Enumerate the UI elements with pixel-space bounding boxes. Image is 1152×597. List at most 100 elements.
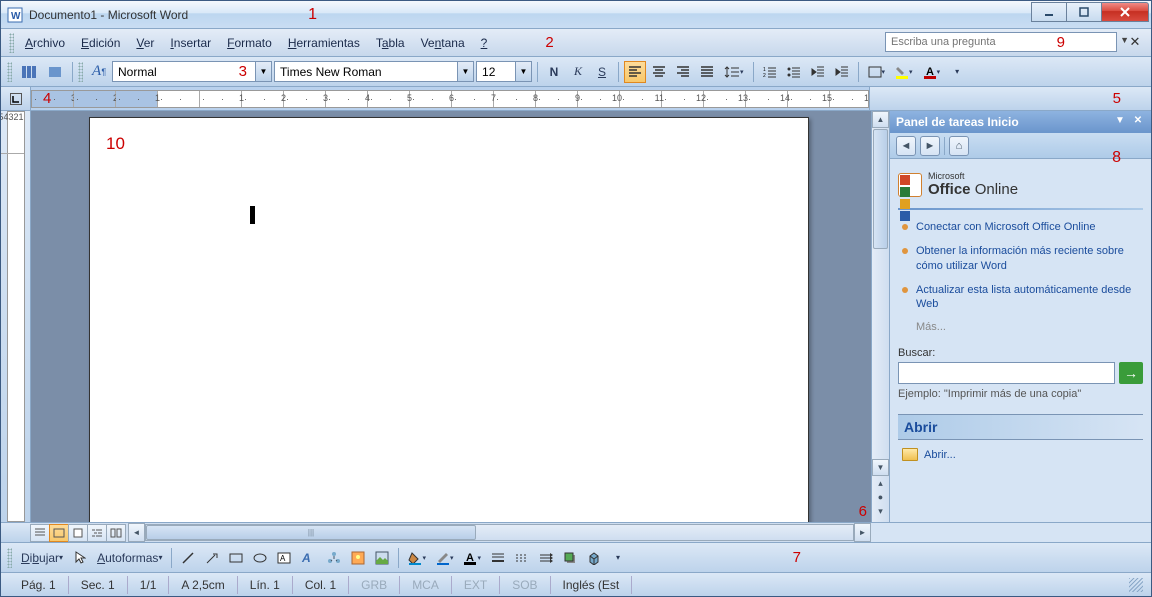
dash-style-button[interactable] — [511, 547, 533, 569]
numbered-list-button[interactable]: 12 — [759, 61, 781, 83]
view-normal-button[interactable] — [30, 524, 50, 542]
vertical-ruler[interactable]: 12345678910 — [1, 111, 31, 522]
insert-picture-button[interactable] — [371, 547, 393, 569]
menu-formato[interactable]: Formato — [219, 33, 280, 53]
view-printlayout-button[interactable] — [68, 524, 88, 542]
resize-grip[interactable] — [1129, 578, 1143, 592]
oval-tool-button[interactable] — [249, 547, 271, 569]
link-abrir[interactable]: Abrir... — [902, 448, 1139, 461]
status-language[interactable]: Inglés (Est — [551, 576, 633, 594]
link-more[interactable]: Más... — [916, 321, 1143, 333]
status-grb[interactable]: GRB — [349, 576, 400, 594]
textbox-tool-button[interactable]: A — [273, 547, 295, 569]
align-justify-button[interactable] — [696, 61, 718, 83]
draw-menu-button[interactable]: Dibujar▾ — [17, 547, 67, 569]
nav-back-button[interactable]: ◄ — [896, 136, 916, 156]
line-spacing-button[interactable]: ▾ — [720, 61, 748, 83]
menu-edicion[interactable]: Edición — [73, 33, 128, 53]
nav-home-button[interactable]: ⌂ — [949, 136, 969, 156]
arrow-tool-button[interactable] — [201, 547, 223, 569]
increase-indent-button[interactable] — [831, 61, 853, 83]
fill-color-button[interactable]: ▾ — [404, 547, 430, 569]
underline-button[interactable]: S — [591, 61, 613, 83]
wordart-button[interactable]: A — [297, 547, 321, 569]
font-color-button[interactable]: A▾ — [919, 61, 945, 83]
align-left-button[interactable] — [624, 61, 646, 83]
font-color-button-draw[interactable]: A▾ — [459, 547, 485, 569]
browse-object-button[interactable]: ● — [872, 492, 889, 506]
hscroll-thumb[interactable]: ||| — [146, 525, 476, 540]
view-outline-button[interactable] — [87, 524, 107, 542]
menu-archivo[interactable]: Archivo — [17, 33, 73, 53]
highlight-button[interactable] — [43, 61, 67, 83]
italic-button[interactable]: K — [567, 61, 589, 83]
bold-button[interactable]: N — [543, 61, 565, 83]
menu-tabla[interactable]: Tabla — [368, 33, 413, 53]
chevron-down-icon[interactable]: ▼ — [255, 62, 271, 81]
menu-ventana[interactable]: Ventana — [413, 33, 473, 53]
select-objects-button[interactable] — [69, 547, 91, 569]
menu-ver[interactable]: Ver — [128, 33, 162, 53]
scroll-right-button[interactable]: ► — [854, 523, 871, 542]
horizontal-ruler[interactable]: ·3··2··1····1··2··3··4··5··6··7··8··9··1… — [31, 90, 869, 108]
scroll-left-button[interactable]: ◄ — [128, 523, 145, 542]
doc-close-button[interactable]: ✕ — [1127, 34, 1143, 50]
menu-ayuda[interactable]: ? — [473, 33, 496, 53]
style-combo[interactable]: Normal 3 ▼ — [112, 61, 272, 82]
next-page-button[interactable]: ▾ — [872, 506, 889, 520]
chevron-down-icon[interactable]: ▼ — [515, 62, 531, 81]
fontsize-combo[interactable]: 12 ▼ — [476, 61, 532, 82]
vertical-scrollbar[interactable]: ▲ ▼ ▴ ● ▾ — [871, 111, 889, 522]
align-center-button[interactable] — [648, 61, 670, 83]
line-color-button[interactable]: ▾ — [432, 547, 458, 569]
decrease-indent-button[interactable] — [807, 61, 829, 83]
highlight-color-button[interactable]: ▾ — [891, 61, 917, 83]
toolbar-grip[interactable] — [7, 62, 12, 82]
document-area[interactable]: 10 6 — [31, 111, 871, 522]
view-weblayout-button[interactable] — [49, 524, 69, 542]
maximize-button[interactable] — [1066, 2, 1102, 22]
close-button[interactable] — [1101, 2, 1149, 22]
shadow-button[interactable] — [559, 547, 581, 569]
toolbar-options-button[interactable]: ▾ — [607, 547, 629, 569]
minimize-button[interactable] — [1031, 2, 1067, 22]
link-update-list[interactable]: Actualizar esta lista automáticamente de… — [898, 283, 1143, 312]
taskpane-menu-button[interactable]: ▼ — [1113, 115, 1127, 129]
prev-page-button[interactable]: ▴ — [872, 478, 889, 492]
autoshapes-button[interactable]: Autoformas▾ — [93, 547, 166, 569]
columns-button[interactable] — [17, 61, 41, 83]
toolbar-options-button[interactable]: ▾ — [946, 61, 968, 83]
taskpane-search-input[interactable] — [898, 362, 1115, 384]
align-right-button[interactable] — [672, 61, 694, 83]
arrow-style-button[interactable] — [535, 547, 557, 569]
tab-selector[interactable] — [1, 87, 31, 110]
chevron-down-icon[interactable]: ▼ — [457, 62, 473, 81]
styles-pane-button[interactable]: A¶ — [88, 61, 110, 83]
view-reading-button[interactable] — [106, 524, 126, 542]
horizontal-scrollbar[interactable]: ◄ ||| ► — [128, 523, 871, 542]
line-tool-button[interactable] — [177, 547, 199, 569]
status-ext[interactable]: EXT — [452, 576, 500, 594]
menu-herramientas[interactable]: Herramientas — [280, 33, 368, 53]
link-get-info[interactable]: Obtener la información más reciente sobr… — [898, 244, 1143, 273]
scroll-up-button[interactable]: ▲ — [872, 111, 889, 128]
clipart-button[interactable] — [347, 547, 369, 569]
borders-button[interactable]: ▾ — [864, 61, 890, 83]
3d-button[interactable] — [583, 547, 605, 569]
scroll-down-button[interactable]: ▼ — [872, 459, 889, 476]
help-search-input[interactable] — [885, 32, 1117, 52]
toolbar-grip[interactable] — [78, 62, 83, 82]
taskpane-search-go-button[interactable]: → — [1119, 362, 1143, 384]
taskpane-close-button[interactable]: ✕ — [1131, 115, 1145, 129]
bullet-list-button[interactable] — [783, 61, 805, 83]
nav-forward-button[interactable]: ► — [920, 136, 940, 156]
rectangle-tool-button[interactable] — [225, 547, 247, 569]
status-sob[interactable]: SOB — [500, 576, 550, 594]
document-page[interactable]: 10 — [89, 117, 809, 522]
font-combo[interactable]: Times New Roman ▼ — [274, 61, 474, 82]
toolbar-grip[interactable] — [9, 33, 14, 53]
toolbar-grip[interactable] — [7, 548, 12, 568]
status-mca[interactable]: MCA — [400, 576, 452, 594]
diagram-button[interactable] — [323, 547, 345, 569]
scroll-thumb[interactable] — [873, 129, 888, 249]
